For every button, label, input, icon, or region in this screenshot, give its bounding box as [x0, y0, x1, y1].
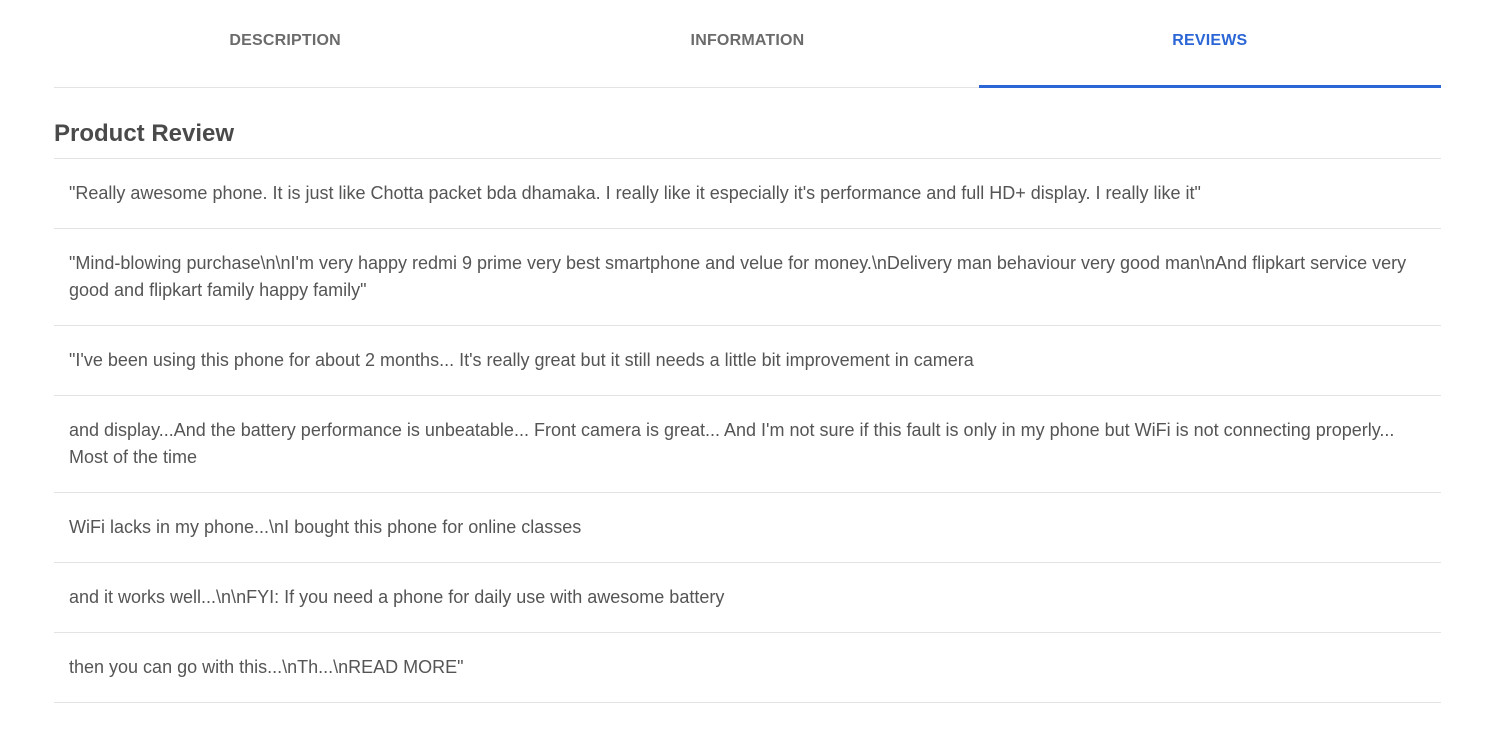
review-item: and display...And the battery performanc… — [54, 396, 1441, 493]
review-item: "I've been using this phone for about 2 … — [54, 326, 1441, 396]
review-item: WiFi lacks in my phone...\nI bought this… — [54, 493, 1441, 563]
review-list: "Really awesome phone. It is just like C… — [54, 159, 1441, 703]
review-title: Product Review — [54, 112, 1441, 159]
review-item: "Mind-blowing purchase\n\nI'm very happy… — [54, 229, 1441, 326]
tab-description[interactable]: DESCRIPTION — [54, 0, 516, 87]
tab-reviews[interactable]: REVIEWS — [978, 0, 1442, 88]
tab-information[interactable]: INFORMATION — [516, 0, 978, 87]
product-page: DESCRIPTION INFORMATION REVIEWS Product … — [0, 0, 1492, 729]
review-item: then you can go with this...\nTh...\nREA… — [54, 633, 1441, 703]
tab-bar: DESCRIPTION INFORMATION REVIEWS — [54, 0, 1442, 88]
review-item: and it works well...\n\nFYI: If you need… — [54, 563, 1441, 633]
review-section: Product Review "Really awesome phone. It… — [54, 112, 1441, 703]
review-item: "Really awesome phone. It is just like C… — [54, 159, 1441, 229]
